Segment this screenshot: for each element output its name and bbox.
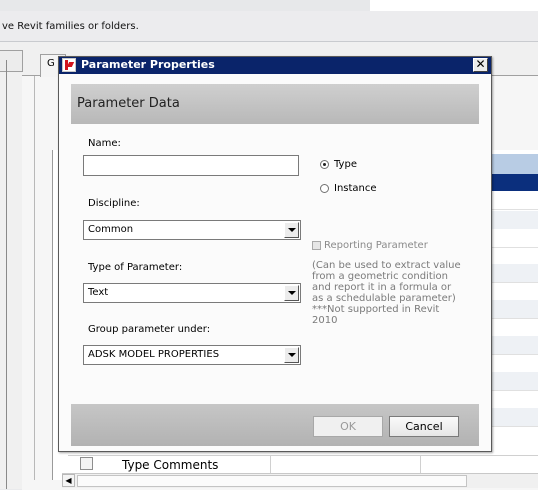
background-row-highlight[interactable] bbox=[490, 154, 538, 174]
background-row-label: Type Comments bbox=[122, 458, 219, 472]
revit-logo-icon bbox=[62, 58, 76, 72]
cancel-button[interactable]: Cancel bbox=[389, 416, 459, 437]
scrollbar-thumb[interactable] bbox=[77, 475, 467, 487]
background-row-checkbox[interactable] bbox=[80, 457, 93, 470]
name-label: Name: bbox=[88, 138, 121, 149]
background-divider bbox=[6, 60, 7, 489]
background-left-panel bbox=[0, 50, 23, 72]
dialog-client-area: Parameter Data Name: Discipline: Common … bbox=[59, 74, 491, 451]
radio-type-label[interactable]: Type bbox=[334, 159, 357, 170]
parameter-properties-dialog: Parameter Properties ✕ Parameter Data Na… bbox=[58, 56, 492, 452]
dialog-footer: OK Cancel bbox=[71, 404, 479, 446]
chevron-down-icon[interactable] bbox=[284, 222, 299, 238]
background-tab-label: G bbox=[47, 58, 55, 69]
group-parameter-dropdown[interactable]: ADSK MODEL PROPERTIES bbox=[83, 345, 301, 365]
type-of-parameter-label: Type of Parameter: bbox=[88, 262, 183, 273]
close-button[interactable]: ✕ bbox=[473, 58, 488, 72]
group-parameter-label: Group parameter under: bbox=[88, 324, 211, 335]
reporting-parameter-label[interactable]: Reporting Parameter bbox=[324, 240, 428, 251]
background-row-selected[interactable] bbox=[490, 174, 538, 191]
ok-button[interactable]: OK bbox=[313, 416, 383, 437]
dialog-titlebar[interactable]: Parameter Properties ✕ bbox=[59, 57, 491, 74]
background-top-strip bbox=[0, 0, 538, 11]
discipline-label: Discipline: bbox=[88, 198, 140, 209]
radio-instance[interactable] bbox=[320, 184, 329, 193]
chevron-down-icon[interactable] bbox=[284, 285, 299, 301]
discipline-dropdown[interactable]: Common bbox=[83, 220, 301, 240]
section-header: Parameter Data bbox=[71, 84, 479, 124]
reporting-parameter-help: (Can be used to extract value from a geo… bbox=[312, 260, 461, 326]
reporting-parameter-checkbox[interactable] bbox=[312, 241, 321, 250]
radio-instance-label[interactable]: Instance bbox=[334, 183, 377, 194]
scroll-left-icon[interactable]: ◀ bbox=[62, 474, 75, 487]
background-panel-divider bbox=[34, 76, 35, 480]
chevron-down-icon[interactable] bbox=[284, 347, 299, 363]
radio-type[interactable] bbox=[320, 160, 329, 169]
close-icon: ✕ bbox=[475, 57, 486, 71]
type-of-parameter-dropdown[interactable]: Text bbox=[83, 283, 301, 303]
type-of-parameter-value: Text bbox=[88, 287, 109, 298]
section-title: Parameter Data bbox=[77, 96, 180, 111]
name-field[interactable] bbox=[83, 155, 299, 176]
background-header: ve Revit families or folders. bbox=[0, 11, 538, 42]
group-parameter-value: ADSK MODEL PROPERTIES bbox=[88, 349, 220, 360]
background-column-separator bbox=[270, 455, 271, 473]
dialog-title: Parameter Properties bbox=[81, 58, 215, 71]
discipline-value: Common bbox=[88, 224, 134, 235]
background-column-separator bbox=[420, 455, 421, 473]
background-header-text: ve Revit families or folders. bbox=[2, 21, 139, 32]
